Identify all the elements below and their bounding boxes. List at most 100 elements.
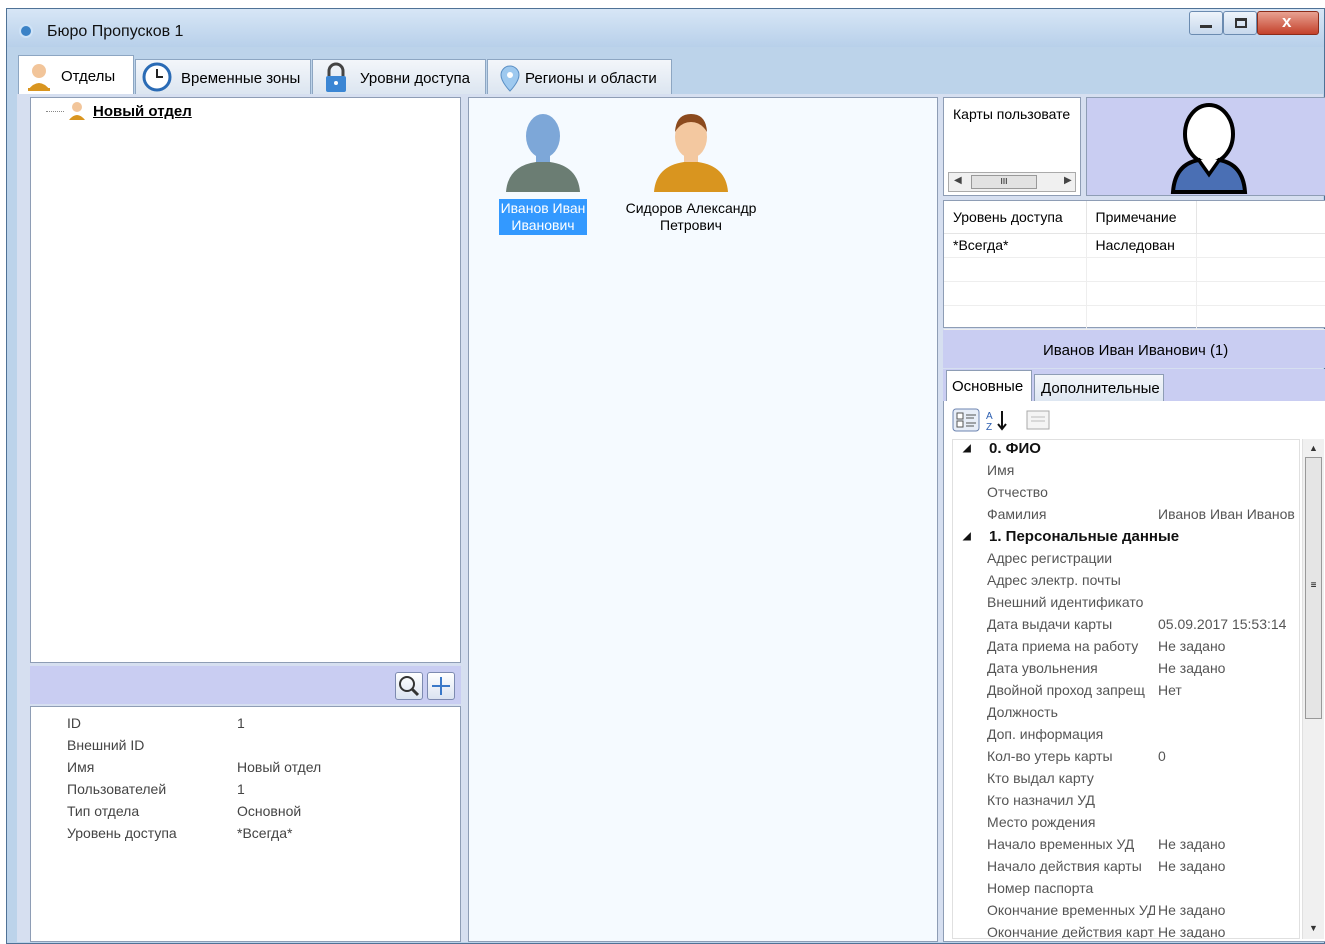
property-key: Начало временных УД: [987, 836, 1135, 852]
property-row[interactable]: Окончание действия карты Не задано: [953, 924, 1299, 939]
property-key: Адрес регистрации: [987, 550, 1113, 566]
clock-icon: [142, 62, 172, 92]
vertical-scrollbar[interactable]: ▲ ≡ ▼: [1302, 439, 1324, 939]
property-row[interactable]: Кто выдал карту: [953, 770, 1299, 792]
department-tree[interactable]: Новый отдел: [30, 97, 461, 663]
close-button[interactable]: x: [1257, 11, 1319, 35]
property-key: Внешний ID: [67, 737, 145, 753]
property-row[interactable]: Начало временных УД Не задано: [953, 836, 1299, 858]
property-key: Окончание временных УД: [987, 902, 1155, 918]
property-row[interactable]: Отчество: [953, 484, 1299, 506]
column-header-note[interactable]: Примечание: [1086, 201, 1197, 234]
scroll-thumb[interactable]: ≡: [1305, 457, 1322, 719]
user-icon: [28, 64, 50, 91]
tab-additional[interactable]: Дополнительные: [1034, 374, 1164, 402]
scroll-down-icon[interactable]: ▼: [1309, 923, 1318, 933]
property-row[interactable]: Дата увольнения Не задано: [953, 660, 1299, 682]
user-tile-sidorov[interactable]: Сидоров Александр Петрович: [611, 104, 771, 235]
add-button[interactable]: [427, 672, 455, 700]
maximize-button[interactable]: [1223, 11, 1257, 35]
department-toolbar: [30, 666, 461, 704]
tree-connector: [46, 111, 64, 112]
property-row[interactable]: Начало действия карты Не задано: [953, 858, 1299, 880]
property-row[interactable]: Место рождения: [953, 814, 1299, 836]
property-row[interactable]: Дата выдачи карты 05.09.2017 15:53:14: [953, 616, 1299, 638]
property-value[interactable]: Иванов Иван Иванов: [1158, 506, 1299, 522]
scroll-right-icon[interactable]: ▶: [1064, 175, 1072, 186]
property-key: Кто выдал карту: [987, 770, 1094, 786]
property-row[interactable]: Фамилия Иванов Иван Иванов: [953, 506, 1299, 528]
categorized-view-icon[interactable]: [952, 408, 980, 432]
title-bar[interactable]: Бюро Пропусков 1 x: [7, 9, 1324, 47]
property-row[interactable]: Имя: [953, 462, 1299, 484]
tab-time-zones[interactable]: Временные зоны: [135, 59, 311, 95]
property-row[interactable]: Двойной проход запрещ Нет: [953, 682, 1299, 704]
collapse-triangle-icon[interactable]: ◢: [963, 531, 971, 542]
property-row[interactable]: Кто назначил УД: [953, 792, 1299, 814]
tab-access-levels[interactable]: Уровни доступа: [312, 59, 486, 95]
scroll-up-icon[interactable]: ▲: [1309, 443, 1318, 453]
property-key: Начало действия карты: [987, 858, 1142, 874]
tree-node-new-department[interactable]: Новый отдел: [93, 103, 192, 120]
tab-basic[interactable]: Основные: [946, 370, 1032, 402]
user-cards-list: Карты пользовате ◀ III ▶: [943, 97, 1081, 196]
property-row[interactable]: Дата приема на работу Не задано: [953, 638, 1299, 660]
property-key: Двойной проход запрещ: [987, 682, 1145, 698]
property-value[interactable]: 05.09.2017 15:53:14: [1158, 616, 1299, 632]
property-key: Дата выдачи карты: [987, 616, 1113, 632]
sort-alphabetical-icon[interactable]: A Z: [984, 408, 1012, 432]
user-avatar-icon: [506, 114, 580, 192]
property-value[interactable]: Не задано: [1158, 858, 1299, 874]
property-value[interactable]: Не задано: [1158, 924, 1299, 938]
horizontal-scrollbar[interactable]: ◀ III ▶: [948, 172, 1076, 192]
column-header-access-level[interactable]: Уровень доступа: [944, 201, 1087, 234]
property-row[interactable]: Должность: [953, 704, 1299, 726]
property-row[interactable]: Адрес регистрации: [953, 550, 1299, 572]
tab-regions[interactable]: Регионы и области: [487, 59, 672, 95]
category-label: 0. ФИО: [989, 440, 1041, 457]
property-key: Тип отдела: [67, 803, 140, 819]
selected-user-name: Иванов Иван Иванович (1): [1043, 342, 1229, 359]
property-key: ID: [67, 715, 81, 731]
search-button[interactable]: [395, 672, 423, 700]
property-row[interactable]: Доп. информация: [953, 726, 1299, 748]
property-value[interactable]: Не задано: [1158, 902, 1299, 918]
property-key: Окончание действия карты: [987, 924, 1155, 939]
property-row[interactable]: Кол-во утерь карты 0: [953, 748, 1299, 770]
property-grid-body[interactable]: ◢ 0. ФИО Имя Отчество Фамилия Иванов Иван Ива…: [952, 439, 1300, 939]
property-value[interactable]: 0: [1158, 748, 1299, 764]
property-pages-icon[interactable]: [1024, 408, 1052, 432]
scroll-thumb[interactable]: III: [971, 175, 1037, 189]
property-key: Дата приема на работу: [987, 638, 1139, 654]
property-row[interactable]: Окончание временных УД Не задано: [953, 902, 1299, 924]
search-icon: [399, 676, 420, 697]
property-key: Кто назначил УД: [987, 792, 1095, 808]
table-row[interactable]: *Всегда* Наследован: [944, 233, 1325, 258]
property-row[interactable]: Номер паспорта: [953, 880, 1299, 902]
property-value[interactable]: Не задано: [1158, 836, 1299, 852]
property-row[interactable]: Внешний идентификато: [953, 594, 1299, 616]
minimize-button[interactable]: [1189, 11, 1223, 35]
user-tile-ivanov[interactable]: Иванов Иван Иванович: [491, 104, 595, 235]
property-key: Имя: [67, 759, 95, 775]
selected-user-header: Иванов Иван Иванович (1): [943, 330, 1325, 368]
users-list: Иванов Иван Иванович Сидоров Александр Пет…: [468, 97, 938, 942]
access-level-cell: *Всегда*: [944, 233, 1087, 258]
close-icon: x: [1282, 12, 1292, 31]
scroll-left-icon[interactable]: ◀: [954, 175, 962, 186]
property-value[interactable]: Нет: [1158, 682, 1299, 698]
department-properties: ID 1 Внешний ID Имя Новый отдел Пользова…: [30, 706, 461, 942]
property-value: Новый отдел: [237, 759, 322, 775]
property-value[interactable]: Не задано: [1158, 660, 1299, 676]
property-category[interactable]: ◢ 1. Персональные данные: [953, 528, 1299, 550]
collapse-triangle-icon[interactable]: ◢: [963, 443, 971, 454]
property-row[interactable]: Адрес электр. почты: [953, 572, 1299, 594]
cards-header: Карты пользовате: [953, 106, 1071, 122]
tab-departments[interactable]: Отделы: [18, 55, 134, 95]
property-value[interactable]: Не задано: [1158, 638, 1299, 654]
property-key: Пользователей: [67, 781, 167, 797]
property-category[interactable]: ◢ 0. ФИО: [953, 440, 1299, 462]
person-silhouette-icon: [1170, 103, 1248, 194]
access-level-table: Уровень доступа Примечание *Всегда* Насл…: [943, 200, 1325, 330]
user-name: Иванов Иван Иванович: [498, 199, 588, 235]
